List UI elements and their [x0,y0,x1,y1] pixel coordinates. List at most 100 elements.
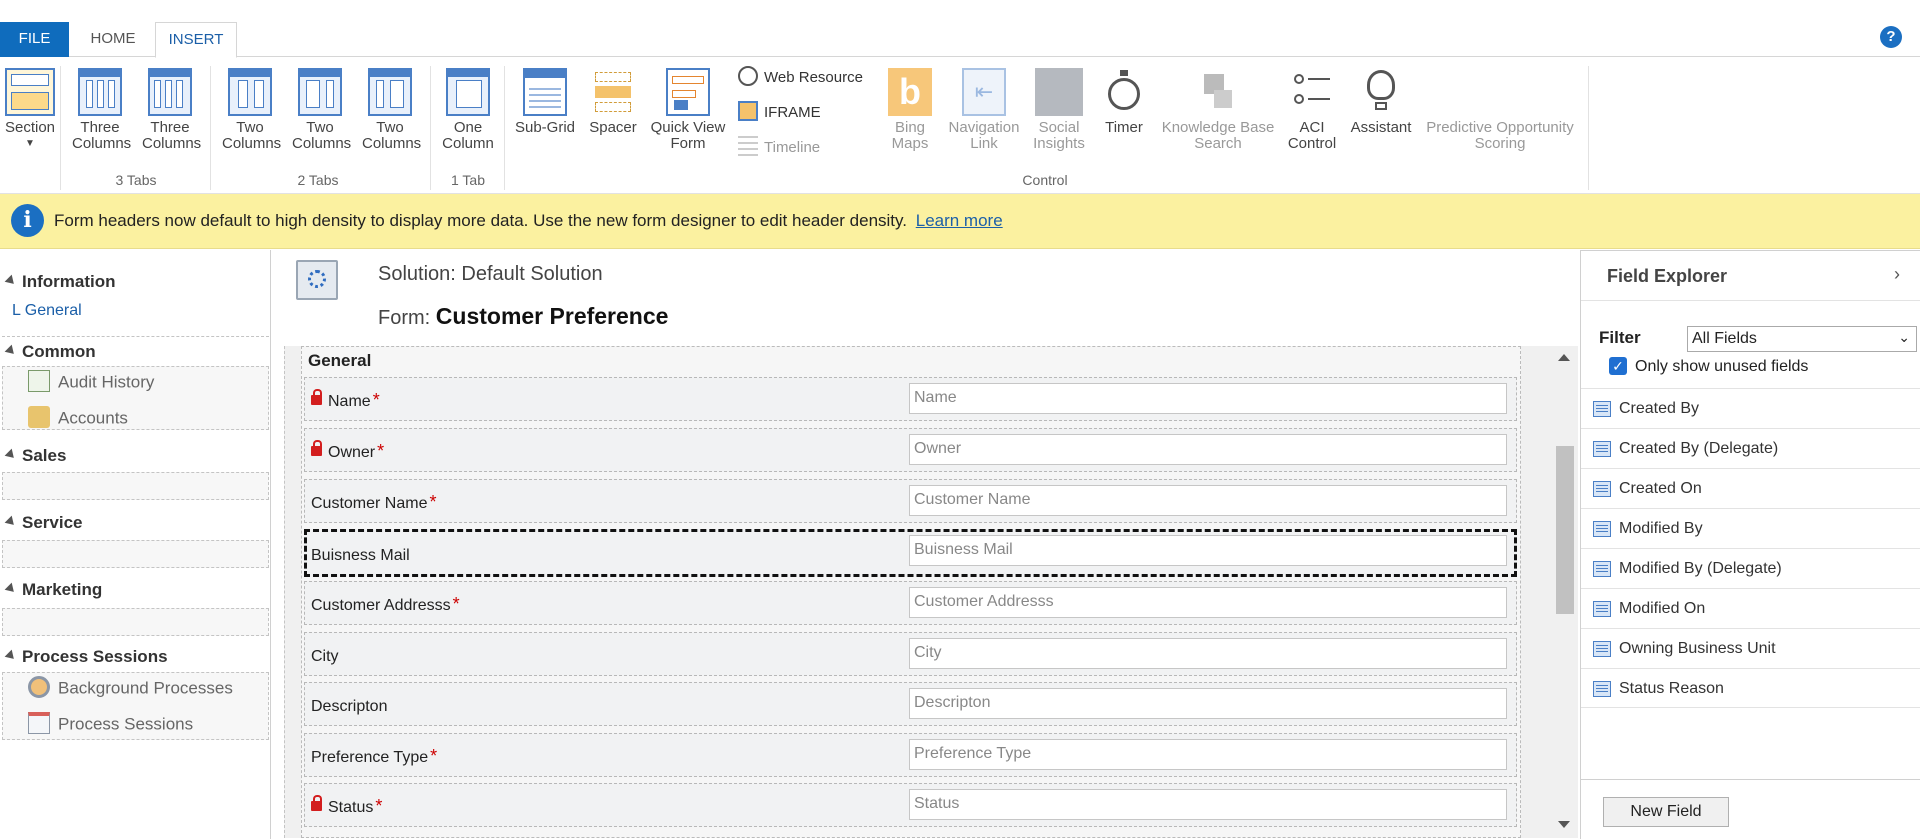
bing-maps-button[interactable]: b Bing Maps [880,68,940,152]
field-explorer: Field Explorer › Filter All Fields ⌄ ✓ On… [1580,250,1920,839]
predictive-scoring-icon [1478,68,1522,116]
one-column-label-a: One [453,119,483,136]
two-columns-button-2[interactable]: Two Columns [292,68,351,152]
field-label: Buisness Mail [311,547,410,564]
three-columns-button-1[interactable]: Three Columns [72,68,131,152]
assistant-button[interactable]: Assistant [1344,68,1418,136]
field-row-city[interactable]: City City [304,632,1517,676]
knowledge-base-search-button[interactable]: Knowledge Base Search [1158,68,1278,152]
field-input[interactable]: Buisness Mail [909,535,1507,566]
field-row-customer-address[interactable]: Customer Addresss * Customer Addresss [304,581,1517,625]
field-list-item[interactable]: Owning Business Unit [1581,628,1920,668]
field-list-item[interactable]: Modified On [1581,588,1920,628]
field-icon [1593,601,1611,617]
vertical-scrollbar[interactable] [1550,346,1578,838]
social-insights-label-b: Insights [1033,135,1085,152]
two-columns-button-3[interactable]: Two Columns [362,68,422,152]
knowledge-base-label-b: Search [1194,135,1242,152]
quick-view-form-label-b: Form [670,135,706,152]
nav-divider [2,336,269,337]
field-label: Owner * [311,440,384,462]
two-columns-icon [368,68,412,116]
aci-control-label-a: ACI [1299,119,1325,136]
field-row-name[interactable]: Name * Name [304,377,1517,421]
two-columns-button-1[interactable]: Two Columns [222,68,281,152]
nav-item-accounts[interactable]: Accounts [28,406,128,430]
nav-group-sales [2,472,269,500]
nav-head-common[interactable]: Common [4,342,96,362]
field-input[interactable]: Preference Type [909,739,1507,770]
field-input[interactable]: Customer Name [909,485,1507,516]
chevron-right-icon[interactable]: › [1894,264,1900,285]
nav-head-marketing[interactable]: Marketing [4,580,102,600]
quick-view-form-label-a: Quick View [650,119,726,136]
two-columns-label-3b: Columns [362,135,422,152]
nav-head-sales[interactable]: Sales [4,446,66,466]
predictive-opportunity-scoring-button[interactable]: Predictive Opportunity Scoring [1418,68,1582,152]
scroll-up-icon[interactable] [1558,354,1570,361]
field-row-description[interactable]: Descripton Descripton [304,682,1517,726]
field-icon [1593,641,1611,657]
filter-select[interactable]: All Fields ⌄ [1687,326,1917,352]
field-input[interactable]: Customer Addresss [909,587,1507,618]
iframe-button[interactable]: IFRAME [738,101,821,125]
field-input[interactable]: Owner [909,434,1507,465]
field-row-status[interactable]: Status * Status [304,783,1517,827]
tab-home[interactable]: HOME [76,22,150,57]
accounts-icon [28,406,50,428]
nav-group-service [2,540,269,568]
field-input[interactable]: City [909,638,1507,669]
field-label: City [311,648,339,665]
social-insights-icon [1035,68,1083,116]
nav-head-process-sessions[interactable]: Process Sessions [4,647,168,667]
lock-icon [311,795,322,811]
field-input[interactable]: Descripton [909,688,1507,719]
nav-item-background-processes[interactable]: Background Processes [28,676,233,700]
field-row-preference-type[interactable]: Preference Type * Preference Type [304,733,1517,777]
one-column-button[interactable]: One Column [440,68,496,152]
help-icon[interactable]: ? [1880,26,1902,48]
field-input[interactable]: Status [909,789,1507,820]
section-button[interactable]: Section ▼ [2,68,58,152]
field-label: Customer Addresss * [311,594,460,614]
navigation-link-button[interactable]: ⇤ Navigation Link [944,68,1024,152]
scroll-thumb[interactable] [1556,446,1574,614]
field-label: Name * [311,389,380,411]
nav-item-process-sessions[interactable]: Process Sessions [28,712,193,736]
field-icon [1593,521,1611,537]
tab-file[interactable]: FILE [0,22,69,57]
field-list-item[interactable]: Status Reason [1581,668,1920,708]
quick-view-form-button[interactable]: Quick View Form [646,68,730,152]
timeline-button[interactable]: Timeline [738,136,820,160]
aci-control-button[interactable]: ACI Control [1282,68,1342,152]
nav-item-general[interactable]: L General [12,302,82,320]
spacer-button[interactable]: Spacer [584,68,642,136]
learn-more-link[interactable]: Learn more [916,211,1003,230]
web-resource-button[interactable]: Web Resource [738,66,863,90]
field-input[interactable]: Name [909,383,1507,414]
field-row-business-mail[interactable]: Buisness Mail Buisness Mail [304,529,1517,577]
scroll-down-icon[interactable] [1558,821,1570,828]
field-list-item[interactable]: Created On [1581,468,1920,508]
lightbulb-icon [1363,68,1399,116]
new-field-button[interactable]: New Field [1603,797,1729,827]
field-icon [1593,401,1611,417]
only-unused-checkbox[interactable]: ✓ [1609,357,1627,375]
field-row-customer-name[interactable]: Customer Name * Customer Name [304,479,1517,523]
social-insights-button[interactable]: Social Insights [1028,68,1090,152]
nav-head-information[interactable]: Information [4,272,116,292]
timer-button[interactable]: Timer [1096,68,1152,136]
field-list-item[interactable]: Modified By [1581,508,1920,548]
section-general[interactable]: General Name * Name Owner * Owner Customer… [301,346,1521,838]
tab-insert[interactable]: INSERT [155,22,237,58]
nav-head-service[interactable]: Service [4,513,83,533]
sub-grid-button[interactable]: Sub-Grid [512,68,578,136]
field-list-item[interactable]: Created By (Delegate) [1581,428,1920,468]
ribbon-separator [430,66,431,190]
field-list-item[interactable]: Modified By (Delegate) [1581,548,1920,588]
nav-item-audit-history[interactable]: Audit History [28,370,154,394]
field-list-item[interactable]: Created By [1581,388,1920,428]
bing-maps-icon: b [888,68,932,116]
three-columns-button-2[interactable]: Three Columns [142,68,201,152]
field-row-owner[interactable]: Owner * Owner [304,428,1517,472]
